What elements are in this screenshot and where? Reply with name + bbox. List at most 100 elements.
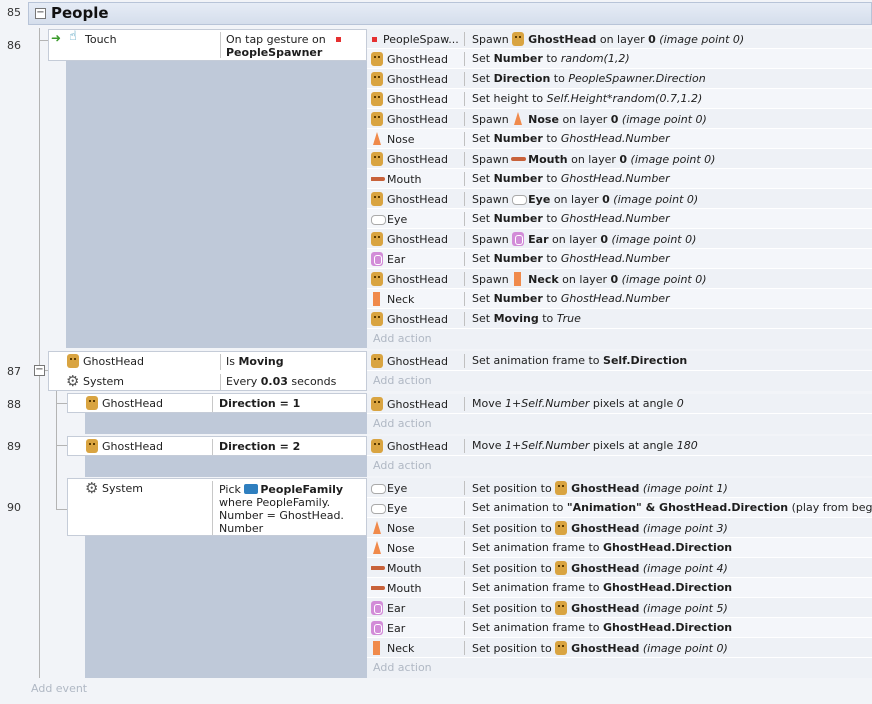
divider bbox=[464, 152, 465, 166]
action-text-part: GhostHead.Number bbox=[560, 132, 670, 145]
add-action-button[interactable]: Add action bbox=[367, 371, 872, 391]
action-row[interactable]: GhostHead Spawn Neck on layer 0 (image po… bbox=[367, 269, 872, 289]
event-group-header[interactable]: − People bbox=[28, 2, 872, 25]
action-row[interactable]: GhostHead Spawn Eye on layer 0 (image poi… bbox=[367, 189, 872, 209]
add-event-link[interactable]: Add event bbox=[31, 682, 87, 695]
action-row[interactable]: Neck Set position to GhostHead (image poi… bbox=[367, 638, 872, 658]
action-text-part: 1+Self.Number bbox=[505, 397, 590, 410]
action-row[interactable]: GhostHead Spawn Mouth on layer 0 (image p… bbox=[367, 149, 872, 169]
action-object-name: GhostHead bbox=[387, 93, 449, 106]
action-row[interactable]: Mouth Set animation frame to GhostHead.Di… bbox=[367, 578, 872, 598]
divider bbox=[464, 312, 465, 326]
family-icon bbox=[244, 482, 259, 496]
action-row[interactable]: Eye Set position to GhostHead (image poin… bbox=[367, 478, 872, 498]
action-object: Neck bbox=[371, 292, 461, 307]
ghosthead-icon bbox=[371, 192, 383, 206]
action-object: Ear bbox=[371, 252, 461, 267]
action-row[interactable]: Mouth Set position to GhostHead (image po… bbox=[367, 558, 872, 578]
condition-box[interactable]: System Pick PeopleFamily where PeopleFam… bbox=[67, 478, 367, 536]
action-text-part: Set animation frame to bbox=[472, 354, 604, 367]
action-row[interactable]: GhostHead Spawn Nose on layer 0 (image po… bbox=[367, 109, 872, 129]
action-row[interactable]: Eye Set animation to "Animation" & GhostH… bbox=[367, 498, 872, 518]
divider bbox=[464, 561, 465, 575]
action-row[interactable]: Mouth Set Number to GhostHead.Number bbox=[367, 169, 872, 189]
action-text-part: 1+Self.Number bbox=[505, 439, 590, 452]
action-object: GhostHead bbox=[371, 72, 461, 87]
action-row[interactable]: GhostHead Move 1+Self.Number pixels at an… bbox=[367, 436, 872, 456]
action-text-part: Is bbox=[226, 355, 239, 368]
divider bbox=[464, 172, 465, 186]
tree-line bbox=[56, 509, 67, 510]
action-row[interactable]: Ear Set Number to GhostHead.Number bbox=[367, 249, 872, 269]
action-text-part: Ear bbox=[528, 233, 549, 246]
action-text-part: Mouth bbox=[528, 153, 568, 166]
action-row[interactable]: GhostHead Set Number to random(1,2) bbox=[367, 49, 872, 69]
ear-icon bbox=[371, 601, 383, 615]
condition-box[interactable]: GhostHead Direction = 1 bbox=[67, 393, 367, 413]
collapse-toggle-icon[interactable]: − bbox=[34, 365, 45, 376]
action-text-part: to bbox=[542, 52, 561, 65]
condition-box[interactable]: GhostHead Is Moving System Every 0.03 se… bbox=[48, 351, 367, 391]
action-text-part: (image point 0) bbox=[655, 33, 745, 46]
action-row[interactable]: Nose Set Number to GhostHead.Number bbox=[367, 129, 872, 149]
ghosthead-icon bbox=[371, 354, 383, 368]
action-row[interactable]: GhostHead Spawn Ear on layer 0 (image poi… bbox=[367, 229, 872, 249]
action-row[interactable]: GhostHead Set height to Self.Height*rando… bbox=[367, 89, 872, 109]
action-row[interactable]: Neck Set Number to GhostHead.Number bbox=[367, 289, 872, 309]
action-text-part: Eye bbox=[528, 193, 551, 206]
action-row[interactable]: GhostHead Set Direction to PeopleSpawner.… bbox=[367, 69, 872, 89]
action-object: Nose bbox=[371, 541, 461, 556]
condition-object: GhostHead bbox=[102, 397, 164, 410]
ghosthead-icon bbox=[86, 396, 98, 410]
action-object: GhostHead bbox=[371, 52, 461, 67]
divider bbox=[464, 292, 465, 306]
action-text-part: 0.03 bbox=[260, 375, 288, 388]
action-text-part: GhostHead bbox=[571, 482, 640, 495]
divider bbox=[212, 439, 213, 455]
action-text-part: (image point 0) bbox=[639, 642, 728, 655]
action-row[interactable]: Nose Set position to GhostHead (image poi… bbox=[367, 518, 872, 538]
ghosthead-icon bbox=[371, 72, 383, 86]
tree-line bbox=[56, 390, 57, 510]
action-text-part: GhostHead bbox=[571, 602, 640, 615]
action-text-part: (image point 5) bbox=[639, 602, 728, 615]
action-text-part: Neck bbox=[528, 273, 559, 286]
add-action-button[interactable]: Add action bbox=[367, 658, 872, 678]
action-row[interactable]: GhostHead Set animation frame to Self.Dir… bbox=[367, 351, 872, 371]
mouth-icon bbox=[371, 172, 385, 186]
action-row[interactable]: GhostHead Set Moving to True bbox=[367, 309, 872, 329]
add-action-button[interactable]: Add action bbox=[367, 414, 872, 434]
action-text: Set Moving to True bbox=[472, 312, 581, 326]
condition-box[interactable]: GhostHead Direction = 2 bbox=[67, 436, 367, 456]
action-object-name: Nose bbox=[387, 542, 415, 555]
divider bbox=[220, 32, 221, 58]
tree-line bbox=[56, 445, 67, 446]
action-row[interactable]: Ear Set animation frame to GhostHead.Dire… bbox=[367, 618, 872, 638]
neck-icon bbox=[371, 292, 383, 306]
action-object-name: GhostHead bbox=[387, 73, 449, 86]
action-object-name: Mouth bbox=[387, 173, 422, 186]
divider bbox=[464, 581, 465, 595]
add-action-button[interactable]: Add action bbox=[367, 329, 872, 349]
tree-line bbox=[39, 28, 40, 678]
action-row[interactable]: Nose Set animation frame to GhostHead.Dir… bbox=[367, 538, 872, 558]
action-text-part: GhostHead bbox=[571, 562, 640, 575]
action-text-part: "Animation" & GhostHead.Direction bbox=[566, 501, 789, 514]
divider bbox=[212, 396, 213, 412]
action-row[interactable]: PeopleSpaw... Spawn GhostHead on layer 0 … bbox=[367, 29, 872, 49]
collapse-toggle-icon[interactable]: − bbox=[35, 8, 46, 19]
action-text-part: 0 bbox=[648, 33, 656, 46]
action-object-name: Ear bbox=[387, 602, 406, 615]
action-text: Spawn Ear on layer 0 (image point 0) bbox=[472, 232, 696, 247]
ghosthead-icon bbox=[371, 92, 383, 106]
action-row[interactable]: Eye Set Number to GhostHead.Number bbox=[367, 209, 872, 229]
action-row[interactable]: Ear Set position to GhostHead (image poin… bbox=[367, 598, 872, 618]
action-text-part: Number bbox=[493, 172, 543, 185]
add-action-button[interactable]: Add action bbox=[367, 456, 872, 476]
condition-touch[interactable]: Touch On tap gesture on PeopleSpawner bbox=[48, 29, 367, 61]
action-text-part: Spawn bbox=[472, 113, 513, 126]
action-object-name: GhostHead bbox=[387, 53, 449, 66]
action-text: Move 1+Self.Number pixels at angle 0 bbox=[472, 397, 684, 411]
action-row[interactable]: GhostHead Move 1+Self.Number pixels at an… bbox=[367, 394, 872, 414]
action-text-part: Direction bbox=[219, 397, 276, 410]
